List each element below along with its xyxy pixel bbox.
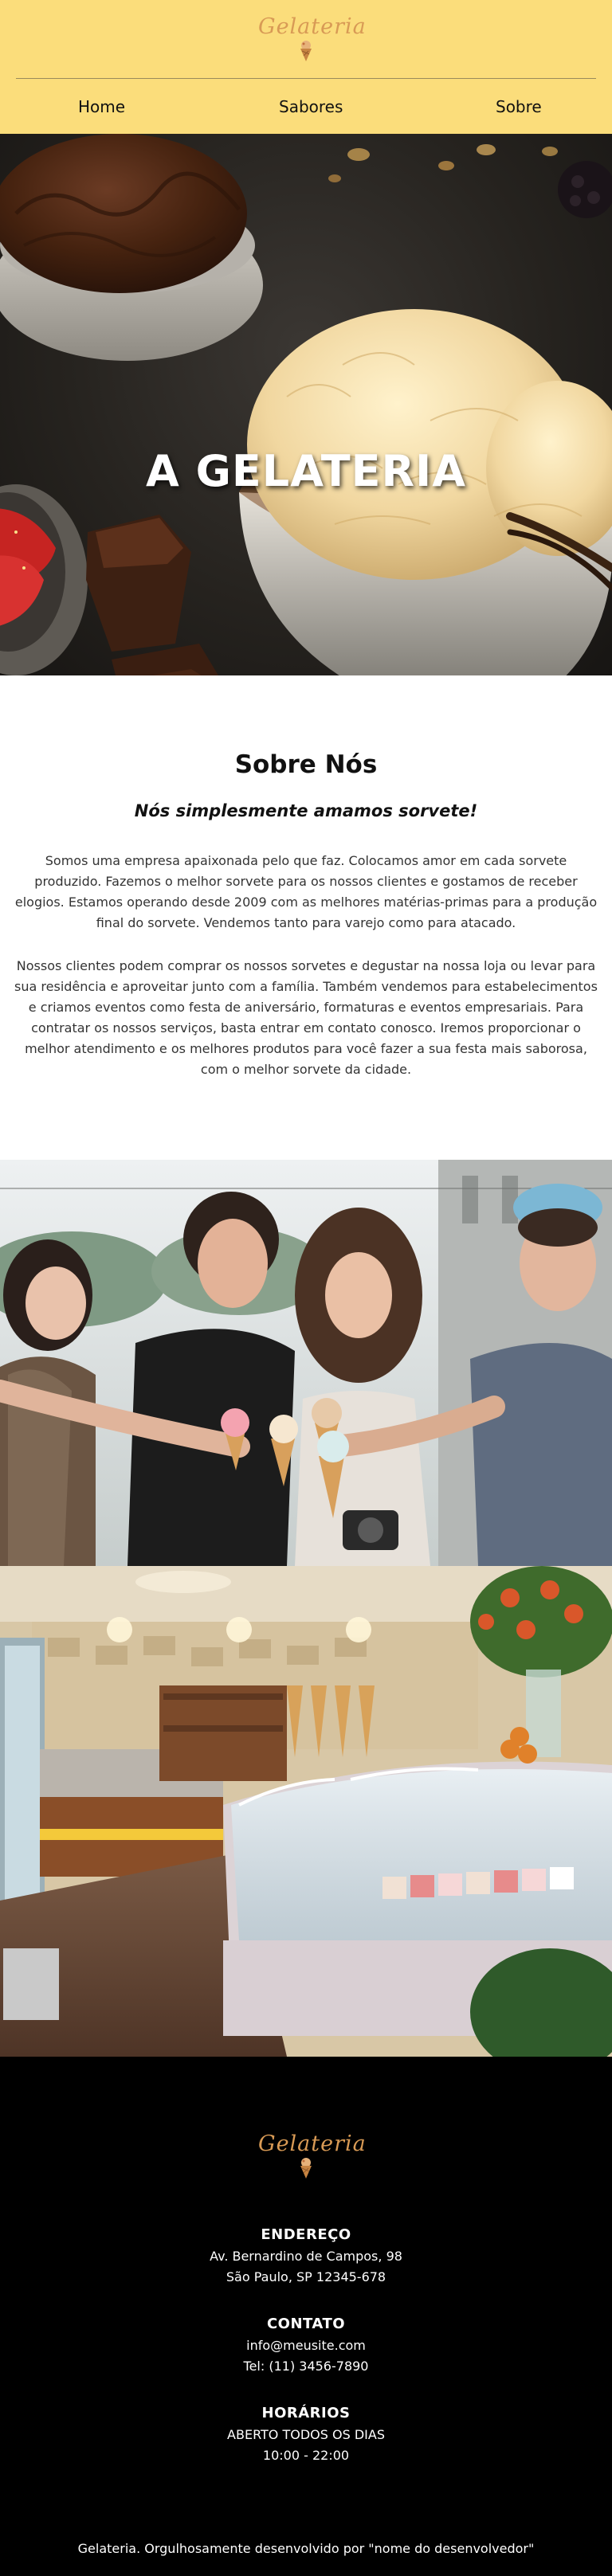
footer-address-line-2: São Paulo, SP 12345-678 — [226, 2269, 386, 2284]
nav-link-sabores[interactable]: Sabores — [279, 94, 343, 119]
hero-title: A GELATERIA — [146, 446, 466, 496]
about-paragraph-1: Somos uma empresa apaixonada pelo que fa… — [14, 853, 598, 930]
logo-text: Gelateria — [258, 14, 367, 39]
friends-eating-ice-cream-image — [0, 1160, 612, 1566]
footer-credit: Gelateria. Orgulhosamente desenvolvido p… — [77, 2541, 535, 2556]
footer-hours-line-1: ABERTO TODOS OS DIAS — [227, 2427, 385, 2442]
about-subtitle: Nós simplesmente amamos sorvete! — [134, 801, 478, 820]
footer-email-link[interactable]: info@meusite.com — [0, 2335, 612, 2356]
gelateria-store-interior-image — [0, 1566, 612, 2057]
about-paragraph-2: Nossos clientes podem comprar os nossos … — [14, 958, 598, 1077]
footer-contact: CONTATO info@meusite.com Tel: (11) 3456-… — [0, 2313, 612, 2377]
ice-cream-cone-icon — [300, 41, 312, 61]
hero-image — [0, 134, 612, 675]
footer-hours-heading: HORÁRIOS — [261, 2405, 351, 2421]
footer-hours-line-2: 10:00 - 22:00 — [262, 2448, 350, 2463]
footer-hours: HORÁRIOS ABERTO TODOS OS DIAS 10:00 - 22… — [0, 2402, 612, 2466]
shop-photo — [0, 1566, 612, 2057]
main-nav: Home Sabores Sobre — [0, 94, 612, 119]
nav-link-sobre[interactable]: Sobre — [496, 94, 542, 119]
footer-address-heading: ENDEREÇO — [261, 2226, 351, 2243]
brand-logo[interactable]: Gelateria — [258, 14, 367, 67]
footer-logo-text: Gelateria — [258, 2132, 367, 2156]
footer-address: ENDEREÇO Av. Bernardino de Campos, 98 Sã… — [0, 2224, 612, 2288]
about-section: Sobre Nós Nós simplesmente amamos sorvet… — [0, 675, 612, 1160]
footer-phone: Tel: (11) 3456-7890 — [243, 2359, 369, 2374]
ice-cream-cone-icon — [300, 2158, 312, 2179]
nav-link-home[interactable]: Home — [78, 94, 125, 119]
header-divider — [16, 78, 596, 79]
hero-banner: A GELATERIA — [0, 134, 612, 675]
site-footer: Gelateria ENDEREÇO Av. Bernardino de Cam… — [0, 2057, 612, 2576]
friends-photo — [0, 1160, 612, 1566]
footer-address-line-1: Av. Bernardino de Campos, 98 — [210, 2249, 402, 2264]
site-header: Gelateria Home Sabores Sobre — [0, 0, 612, 134]
footer-logo[interactable]: Gelateria — [258, 2132, 367, 2184]
about-title: Sobre Nós — [234, 750, 378, 779]
footer-contact-heading: CONTATO — [266, 2316, 346, 2332]
